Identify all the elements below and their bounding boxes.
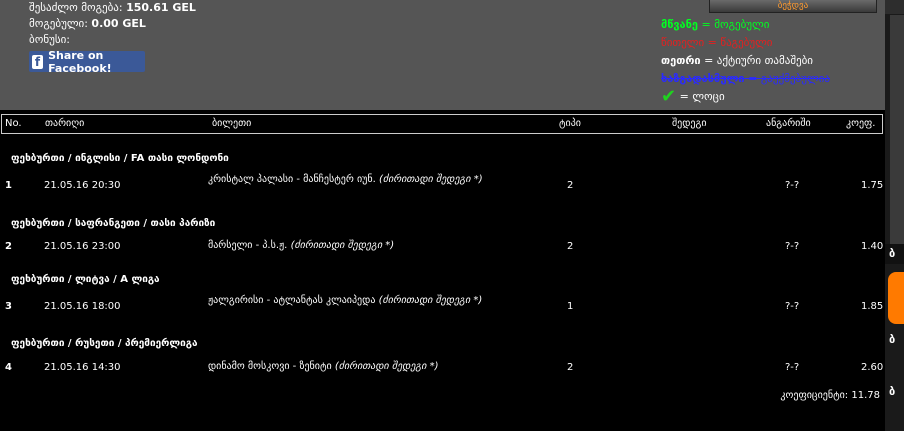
legend-lost: წითელი = წაგებული (661, 36, 773, 49)
row-type: 1 (567, 301, 574, 312)
total-label: კოეფიციენტი: (780, 390, 849, 401)
row-coef: 1.40 (861, 241, 884, 252)
row-type: 2 (567, 180, 574, 191)
won-value: 0.00 GEL (91, 17, 146, 30)
row-score: ?-? (785, 180, 800, 191)
section-title: ფეხბურთი / ლიტვა / A ლიგა (11, 274, 160, 285)
legend-cancelled: ხაზგადასმული = გაუქმებულია (661, 72, 830, 85)
row-coef: 1.85 (861, 301, 884, 312)
ticket-summary-panel: შესაძლო მოგება: 150.61 GEL მოგებული: 0.0… (0, 0, 885, 110)
row-coef: 1.75 (861, 180, 884, 191)
row-coef: 2.60 (861, 362, 884, 373)
checkmark-icon: ✔ (661, 86, 677, 107)
row-match: კრისტალ პალასი - მანჩესტერ იუნ. (ძირითად… (208, 174, 483, 185)
col-type: ტიპი (559, 118, 581, 129)
section-title: ფეხბურთი / ინგლისი / FA თასი ლონდონი (11, 153, 229, 164)
legend-void: ✔ = ლოცი (661, 86, 725, 107)
col-score: ანგარიში (766, 118, 811, 129)
row-date: 21.05.16 14:30 (44, 362, 121, 373)
row-number: 4 (5, 362, 12, 373)
row-score: ?-? (785, 362, 800, 373)
row-number: 2 (5, 241, 12, 252)
row-number: 1 (5, 180, 12, 191)
print-button[interactable]: ბეჭდვა (709, 0, 877, 13)
section-title: ფეხბურთი / საფრანგეთი / თასი პარიზი (11, 218, 216, 229)
row-type: 2 (567, 362, 574, 373)
section-title: ფეხბურთი / რუსეთი / პრემიერლიგა (11, 338, 198, 349)
won-label: მოგებული: (29, 17, 88, 30)
col-date: თარიღი (45, 118, 85, 129)
col-result: შედეგი (672, 118, 707, 129)
legend-active: თეთრი = აქტიური თამაშები (661, 54, 813, 67)
total-value: 11.78 (851, 390, 880, 401)
row-match: დინამო მოსკოვი - ზენიტი (ძირითადი შედეგი… (208, 361, 439, 372)
legend-won: მწვანე = მოგებული (661, 18, 770, 31)
bonus-label: ბონუსი: (29, 33, 70, 46)
col-ticket: ბილეთი (212, 118, 252, 129)
facebook-icon: f (32, 54, 44, 69)
row-score: ?-? (785, 241, 800, 252)
promo-thumbnail[interactable] (888, 272, 904, 324)
col-coef: კოეფ. (846, 118, 876, 129)
share-facebook-label: Share on Facebook! (48, 48, 112, 75)
table-header: No. თარიღი ბილეთი ტიპი შედეგი ანგარიში კ… (1, 114, 883, 134)
share-facebook-button[interactable]: f Share on Facebook! (29, 48, 145, 75)
summary: შესაძლო მოგება: 150.61 GEL მოგებული: 0.0… (29, 0, 196, 48)
status-legend: მწვანე = მოგებული წითელი = წაგებული თეთრ… (661, 16, 830, 106)
row-date: 21.05.16 20:30 (44, 180, 121, 191)
possible-win-label: შესაძლო მოგება: (29, 1, 123, 14)
row-number: 3 (5, 301, 12, 312)
row-match: მარსელი - პ.ს.ჟ. (ძირითადი შედეგი *) (208, 240, 395, 251)
right-sidebar-edge: ბ ბ ბ (885, 0, 904, 431)
row-type: 2 (567, 241, 574, 252)
row-date: 21.05.16 23:00 (44, 241, 121, 252)
row-score: ?-? (785, 301, 800, 312)
row-date: 21.05.16 18:00 (44, 301, 121, 312)
possible-win-value: 150.61 GEL (126, 1, 196, 14)
total-coefficient: კოეფიციენტი: 11.78 (780, 390, 880, 401)
col-no: No. (5, 118, 22, 129)
row-match: ჟალგირისი - ატლანტას კლაიპედა (ძირითადი … (208, 295, 483, 306)
